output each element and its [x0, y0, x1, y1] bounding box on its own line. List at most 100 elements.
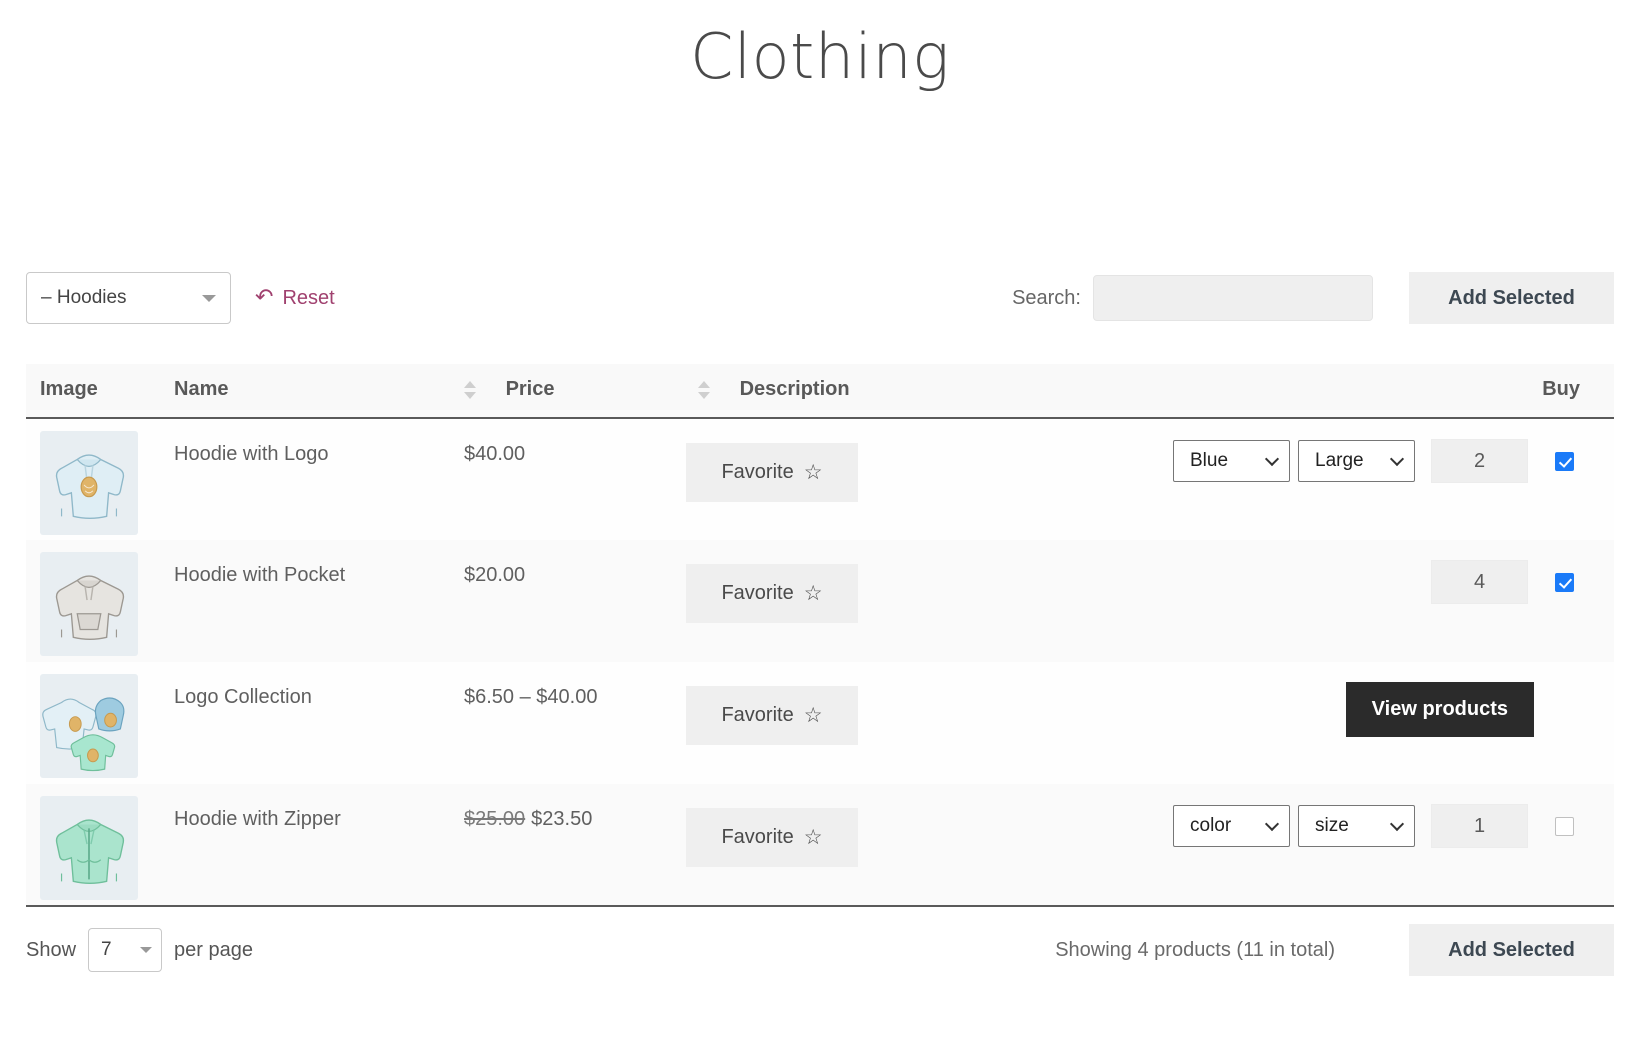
- favorite-button[interactable]: Favorite ☆: [686, 564, 858, 623]
- quantity-input[interactable]: 2: [1431, 439, 1528, 483]
- buy-controls: View products: [1144, 682, 1614, 737]
- hoodie-illustration-icon: [40, 552, 138, 656]
- reset-label: Reset: [282, 287, 334, 310]
- hoodie-illustration-icon: [40, 796, 138, 900]
- buy-checkbox[interactable]: [1555, 573, 1574, 592]
- favorite-button[interactable]: Favorite ☆: [686, 443, 858, 502]
- cell-image: [26, 784, 174, 906]
- cell-price: $40.00: [464, 418, 686, 540]
- star-outline-icon: ☆: [804, 462, 823, 483]
- search-input[interactable]: [1093, 275, 1373, 321]
- size-select[interactable]: Large: [1298, 440, 1415, 482]
- chevron-down-icon: [1265, 452, 1279, 466]
- color-select-value: Blue: [1190, 450, 1228, 472]
- cell-name: Hoodie with Pocket: [174, 540, 464, 662]
- star-outline-icon: ☆: [804, 583, 823, 604]
- toolbar-right-group: Search: Add Selected: [1012, 272, 1614, 324]
- collection-illustration-icon: [40, 674, 138, 778]
- hoodie-with-logo-thumbnail[interactable]: [40, 431, 138, 535]
- star-outline-icon: ☆: [804, 827, 823, 848]
- column-header-price[interactable]: Price: [464, 364, 686, 418]
- cell-buy: View products: [1144, 662, 1614, 784]
- show-label: Show: [26, 939, 76, 962]
- table-row: Hoodie with Pocket $20.00 Favorite ☆: [26, 540, 1614, 662]
- cell-price: $25.00 $23.50: [464, 784, 686, 906]
- product-name[interactable]: Logo Collection: [174, 686, 312, 708]
- cell-buy: color size 1: [1144, 784, 1614, 906]
- table-row: Logo Collection $6.50 – $40.00 Favorite …: [26, 662, 1614, 784]
- favorite-label: Favorite: [721, 704, 793, 727]
- column-header-image: Image: [26, 364, 174, 418]
- hoodie-with-zipper-thumbnail[interactable]: [40, 796, 138, 900]
- color-select[interactable]: Blue: [1173, 440, 1290, 482]
- category-filter-value: – Hoodies: [41, 287, 127, 309]
- table-footer: Show 7 per page Showing 4 products (11 i…: [26, 905, 1614, 975]
- cell-name: Hoodie with Zipper: [174, 784, 464, 906]
- cell-image: [26, 662, 174, 784]
- table-row: Hoodie with Logo $40.00 Favorite ☆: [26, 418, 1614, 540]
- favorite-button[interactable]: Favorite ☆: [686, 686, 858, 745]
- undo-icon: ↶: [255, 286, 273, 308]
- favorite-label: Favorite: [721, 826, 793, 849]
- products-table: Image Name Price Description Buy: [26, 364, 1614, 906]
- favorite-button[interactable]: Favorite ☆: [686, 808, 858, 867]
- footer-right-group: Showing 4 products (11 in total) Add Sel…: [1055, 924, 1614, 976]
- product-price: $40.00: [464, 443, 525, 465]
- size-select-value: Large: [1315, 450, 1364, 472]
- column-header-name[interactable]: Name: [174, 364, 464, 418]
- cell-image: [26, 418, 174, 540]
- hoodie-illustration-icon: [40, 431, 138, 535]
- star-outline-icon: ☆: [804, 705, 823, 726]
- hoodie-with-pocket-thumbnail[interactable]: [40, 552, 138, 656]
- column-header-buy-label: Buy: [1542, 378, 1580, 400]
- sort-arrows-name-icon[interactable]: [464, 380, 476, 400]
- search-label: Search:: [1012, 287, 1081, 310]
- table-toolbar: – Hoodies ↶ Reset Search: Add Selected: [26, 272, 1614, 324]
- favorite-label: Favorite: [721, 582, 793, 605]
- cell-description: Favorite ☆: [686, 662, 1144, 784]
- buy-controls: 4: [1144, 560, 1614, 604]
- per-page-select[interactable]: 7: [88, 928, 162, 972]
- column-header-price-label: Price: [506, 378, 555, 400]
- cell-name: Hoodie with Logo: [174, 418, 464, 540]
- view-products-button[interactable]: View products: [1346, 682, 1534, 737]
- quantity-input[interactable]: 1: [1431, 804, 1528, 848]
- quantity-input[interactable]: 4: [1431, 560, 1528, 604]
- page-title: Clothing: [0, 0, 1640, 94]
- quantity-value: 4: [1474, 571, 1485, 594]
- product-price-original: $25.00: [464, 808, 525, 830]
- product-price-sale: $23.50: [531, 808, 592, 830]
- sort-arrows-price-icon[interactable]: [698, 380, 710, 400]
- cell-description: Favorite ☆: [686, 418, 1144, 540]
- cell-description: Favorite ☆: [686, 784, 1144, 906]
- quantity-value: 1: [1474, 815, 1485, 838]
- color-select[interactable]: color: [1173, 805, 1290, 847]
- buy-checkbox[interactable]: [1555, 817, 1574, 836]
- buy-checkbox-wrap: [1528, 573, 1600, 592]
- product-price: $20.00: [464, 564, 525, 586]
- buy-controls: Blue Large 2: [1144, 439, 1614, 483]
- add-selected-button-bottom[interactable]: Add Selected: [1409, 924, 1614, 976]
- cell-description: Favorite ☆: [686, 540, 1144, 662]
- chevron-down-icon: [202, 295, 216, 302]
- buy-controls: color size 1: [1144, 804, 1614, 848]
- chevron-down-icon: [140, 947, 152, 953]
- reset-filter-link[interactable]: ↶ Reset: [255, 287, 335, 310]
- products-table-container: Image Name Price Description Buy: [26, 364, 1614, 906]
- quantity-value: 2: [1474, 450, 1485, 473]
- column-header-description-label: Description: [740, 378, 850, 400]
- logo-collection-thumbnail[interactable]: [40, 674, 138, 778]
- size-select[interactable]: size: [1298, 805, 1415, 847]
- product-name[interactable]: Hoodie with Zipper: [174, 808, 341, 830]
- chevron-down-icon: [1390, 452, 1404, 466]
- cell-name: Logo Collection: [174, 662, 464, 784]
- product-name[interactable]: Hoodie with Pocket: [174, 564, 345, 586]
- add-selected-button-top[interactable]: Add Selected: [1409, 272, 1614, 324]
- category-filter-select[interactable]: – Hoodies: [26, 272, 231, 324]
- per-page-value: 7: [101, 939, 112, 961]
- cell-price: $20.00: [464, 540, 686, 662]
- table-head: Image Name Price Description Buy: [26, 364, 1614, 418]
- cell-buy: 4: [1144, 540, 1614, 662]
- product-name[interactable]: Hoodie with Logo: [174, 443, 329, 465]
- buy-checkbox[interactable]: [1555, 452, 1574, 471]
